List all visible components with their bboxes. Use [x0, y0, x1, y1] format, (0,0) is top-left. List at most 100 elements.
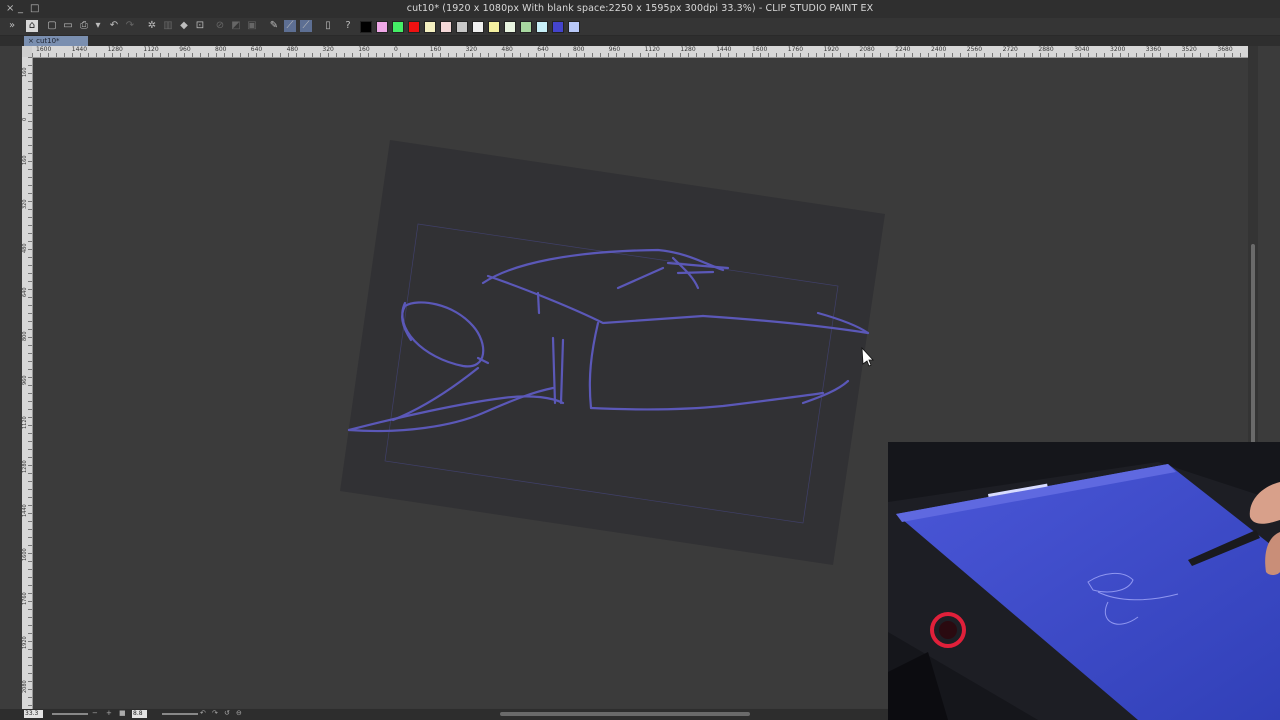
canvas-page[interactable] — [340, 140, 885, 565]
ruler-tick-label: 320 — [22, 199, 28, 209]
clear-icon[interactable]: ▥ — [162, 20, 174, 32]
ruler-tick-label: 640 — [537, 46, 549, 53]
ruler-tick-label: 1120 — [644, 46, 660, 53]
zoom-out-icon[interactable]: − — [92, 709, 98, 717]
ruler-tick-label: 1600 — [752, 46, 768, 53]
color-swatch[interactable] — [504, 21, 516, 33]
color-swatch[interactable] — [536, 21, 548, 33]
ruler-tick-label: 640 — [22, 287, 28, 297]
ruler-tick-label: 960 — [608, 46, 621, 53]
color-swatch[interactable] — [408, 21, 420, 33]
color-swatch[interactable] — [392, 21, 404, 33]
ruler-tick-label: 1920 — [22, 636, 28, 649]
ruler-tick-label: 3520 — [1181, 46, 1197, 53]
rotation-field[interactable]: 8.8 — [132, 710, 147, 718]
new-file-icon[interactable]: ▢ — [46, 20, 58, 32]
reset-rotation-icon[interactable]: ↺ — [224, 709, 230, 717]
rotation-slider[interactable] — [162, 713, 198, 715]
redo-icon[interactable]: ↷ — [124, 20, 136, 32]
ruler-snap-icon[interactable]: ⟋ — [284, 20, 296, 32]
deselect-icon[interactable]: ⊘ — [214, 20, 226, 32]
save-dropdown-icon[interactable]: ▾ — [92, 20, 104, 32]
open-folder-icon[interactable]: ▭ — [62, 20, 74, 32]
fit-icon[interactable]: ■ — [119, 709, 126, 717]
ruler-tick-label: 160 — [22, 67, 28, 77]
ruler-tick-label: 480 — [286, 46, 299, 53]
ruler-tick-label: 3680 — [1217, 46, 1233, 53]
tab-cut10[interactable]: × cut10* — [24, 36, 88, 46]
horizontal-ruler[interactable]: 1600 1440 1280 1120 960 800 640 480 320 160 0 160 32… — [32, 46, 1248, 58]
color-swatch[interactable] — [472, 21, 484, 33]
special-ruler-icon[interactable]: ⟋ — [300, 20, 312, 32]
transform-icon[interactable]: ◆ — [178, 20, 190, 32]
color-swatch[interactable] — [520, 21, 532, 33]
ruler-tick-label: 160 — [429, 46, 442, 53]
ruler-tick-label: 2240 — [895, 46, 911, 53]
ruler-tick-label: 800 — [22, 331, 28, 341]
ruler-tick-label: 320 — [465, 46, 478, 53]
ruler-tick-label: 3360 — [1145, 46, 1162, 53]
rotate-left-icon[interactable]: ↶ — [200, 709, 206, 717]
app-menu-icon[interactable]: ⌂ — [26, 20, 38, 32]
device-icon[interactable]: ▯ — [322, 20, 334, 32]
horizontal-scrollbar[interactable] — [500, 712, 750, 716]
ruler-tick-label: 1120 — [22, 416, 28, 429]
crop-icon[interactable]: ⊡ — [194, 20, 206, 32]
ruler-tick-label: 2880 — [1038, 46, 1054, 53]
color-swatch[interactable] — [376, 21, 388, 33]
ruler-tick-label: 1280 — [107, 46, 123, 53]
invert-selection-icon[interactable]: ◩ — [230, 20, 242, 32]
pen-icon[interactable]: ✎ — [268, 20, 280, 32]
help-icon[interactable]: ? — [342, 20, 354, 32]
pointer-cursor-icon — [861, 346, 874, 367]
ruler-tick-label: 160 — [358, 46, 370, 53]
ruler-tick-label: 160 — [22, 155, 28, 165]
color-swatch[interactable] — [488, 21, 500, 33]
ruler-tick-label: 800 — [215, 46, 227, 53]
ruler-tick-label: 1600 — [36, 46, 52, 53]
ruler-tick-label: 320 — [322, 46, 334, 53]
left-panel-strip — [0, 46, 23, 720]
vertical-ruler[interactable]: 160 0 160 320 480 640 800 960 1120 1280 1440 1600 17… — [22, 57, 33, 709]
webcam-video — [888, 442, 1280, 720]
save-icon[interactable]: ⎙ — [78, 20, 90, 32]
ruler-tick-label: 1280 — [22, 460, 28, 473]
title-bar: × _ □ cut10* (1920 x 1080px With blank s… — [0, 0, 1280, 19]
ruler-tick-label: 2080 — [859, 46, 875, 53]
zoom-field[interactable]: 33.3 — [24, 710, 43, 718]
color-swatch[interactable] — [568, 21, 580, 33]
color-swatch[interactable] — [424, 21, 436, 33]
ruler-tick-label: 0 — [394, 46, 398, 53]
expand-selection-icon[interactable]: ▣ — [246, 20, 258, 32]
ruler-tick-label: 480 — [501, 46, 513, 53]
command-bar: » ⌂ ▢ ▭ ⎙ ▾ ↶ ↷ ✲ ▥ ◆ ⊡ ⊘ ◩ ▣ ✎ ⟋ ⟋ ▯ ? — [0, 18, 1280, 36]
vertical-scroll-thumb[interactable] — [1251, 244, 1255, 444]
undo-icon[interactable]: ↶ — [108, 20, 120, 32]
ruler-tick-label: 3200 — [1110, 46, 1126, 53]
zoom-slider[interactable] — [52, 713, 88, 715]
ruler-tick-label: 480 — [22, 243, 28, 253]
flip-icon[interactable]: ⊖ — [236, 709, 242, 717]
settings-gear-icon[interactable]: ✲ — [146, 20, 158, 32]
ruler-tick-label: 2560 — [966, 46, 983, 53]
ruler-tick-label: 2080 — [22, 680, 28, 693]
zoom-in-icon[interactable]: + — [106, 709, 112, 717]
ruler-tick-label: 3040 — [1074, 46, 1090, 53]
ruler-tick-label: 960 — [22, 375, 28, 385]
ruler-corner — [22, 46, 32, 57]
ruler-tick-label: 1920 — [823, 46, 839, 53]
rotate-right-icon[interactable]: ↷ — [212, 709, 218, 717]
ruler-tick-label: 1600 — [22, 548, 28, 561]
webcam-overlay — [888, 442, 1280, 720]
color-swatch[interactable] — [552, 21, 564, 33]
color-swatch[interactable] — [360, 21, 372, 33]
ruler-tick-label: 1120 — [143, 46, 159, 53]
ruler-tick-label: 960 — [179, 46, 191, 53]
ruler-tick-label: 1760 — [22, 592, 28, 605]
expand-icon[interactable]: » — [6, 20, 18, 32]
color-swatch[interactable] — [456, 21, 468, 33]
window-title: cut10* (1920 x 1080px With blank space:2… — [406, 3, 874, 14]
ruler-tick-label: 1440 — [22, 504, 28, 517]
ruler-tick-label: 0 — [22, 117, 28, 121]
color-swatch[interactable] — [440, 21, 452, 33]
